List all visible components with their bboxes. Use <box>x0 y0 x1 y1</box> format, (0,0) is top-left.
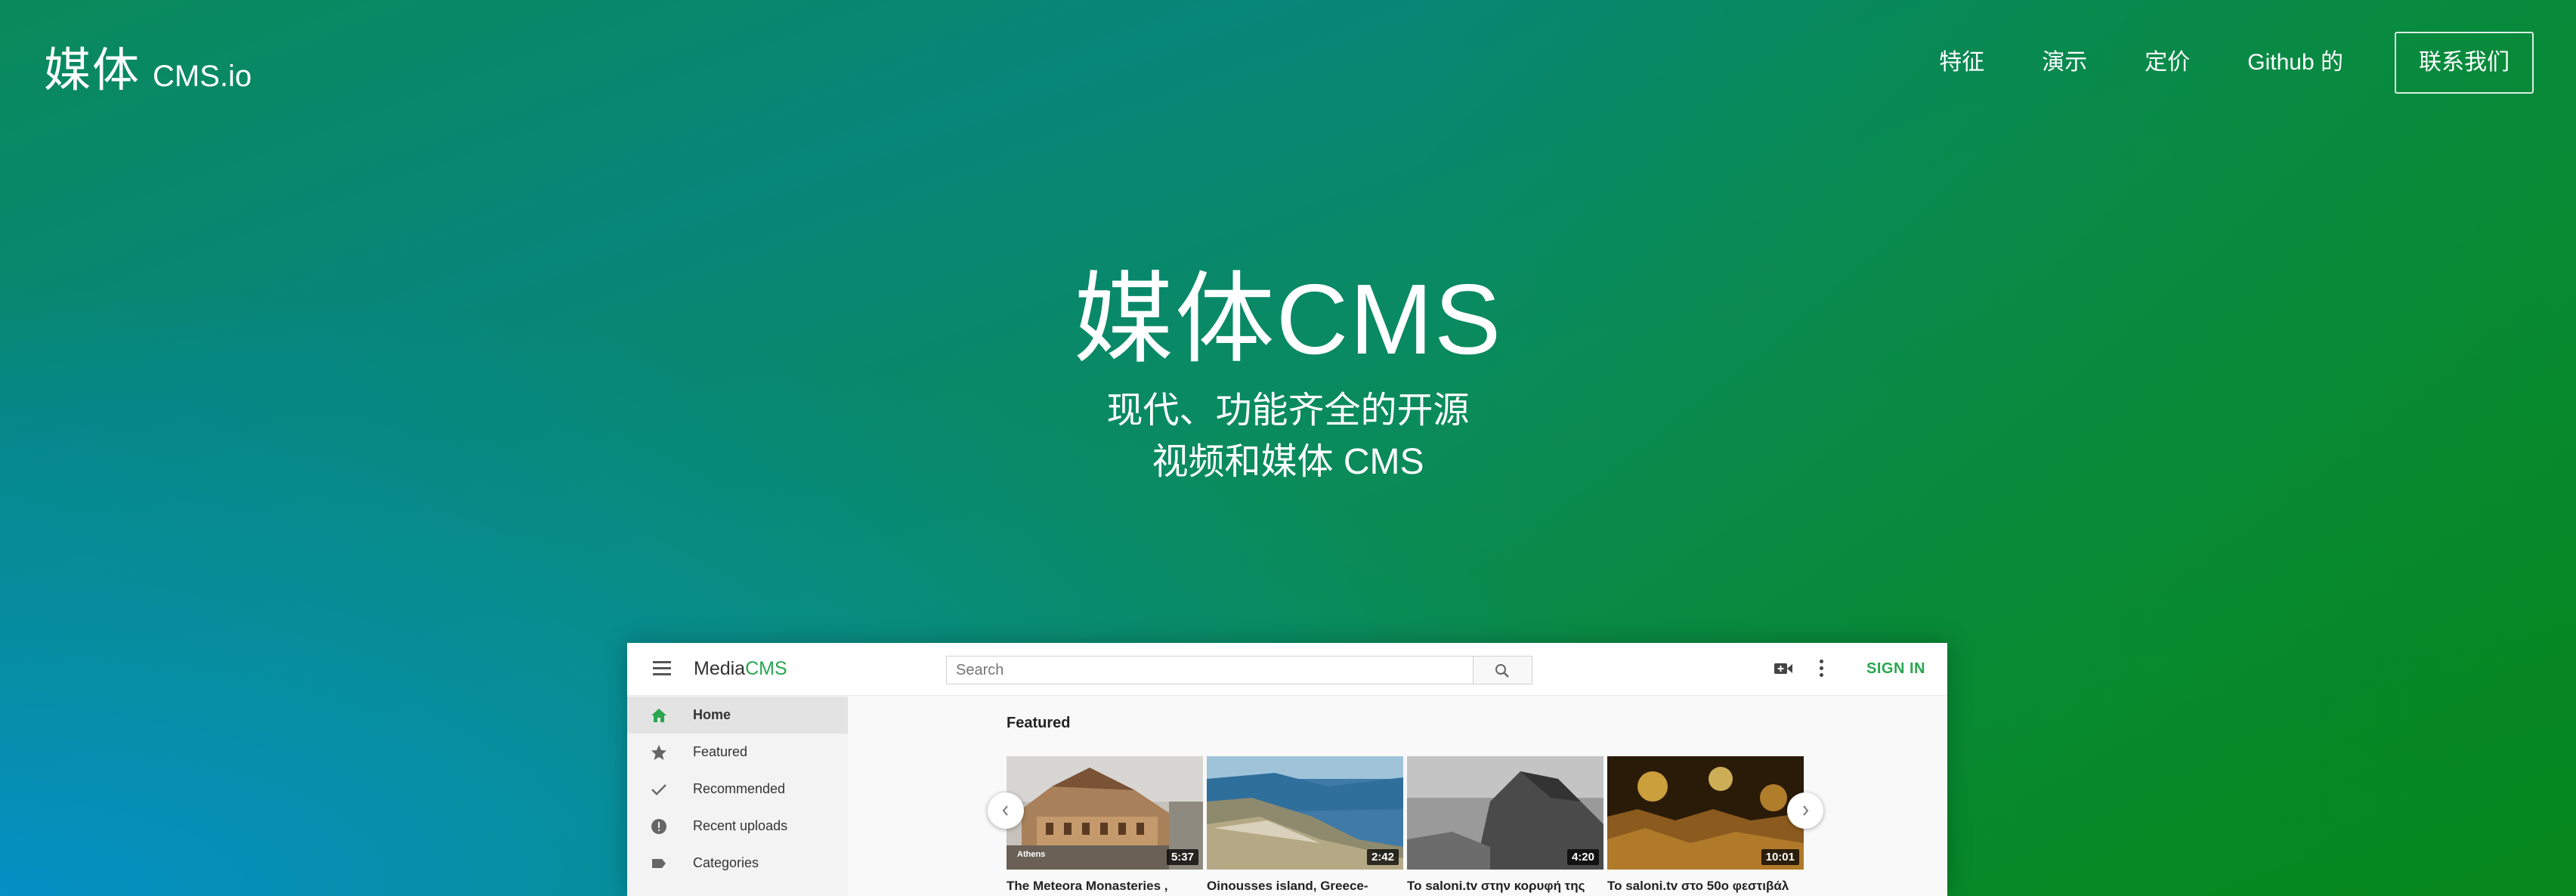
nav-link-features[interactable]: 特征 <box>1910 32 2013 94</box>
label-icon <box>652 859 666 868</box>
video-card[interactable]: 2:42 Oinousses island, Greece- <box>1207 756 1403 894</box>
hero-title: 媒体CMS <box>0 239 2576 383</box>
sidebar-item-recent-uploads[interactable]: Recent uploads <box>627 808 848 845</box>
home-icon <box>651 709 666 722</box>
app-header: MediaCMS SIGN IN <box>627 643 1947 696</box>
logo-chinese: 媒体 <box>44 45 141 97</box>
app-logo-cms: CMS <box>745 658 787 679</box>
site-logo[interactable]: 媒体 CMS.io <box>44 32 252 100</box>
search-icon <box>1495 664 1509 678</box>
video-duration: 2:42 <box>1366 849 1399 865</box>
chevron-left-icon <box>1002 805 1008 816</box>
sidebar-item-home[interactable]: Home <box>627 697 848 734</box>
app-screenshot: MediaCMS SIGN IN Home Featured Recommend… <box>627 643 1947 896</box>
featured-carousel: Athens 5:37 The Meteora Monasteries , 2: <box>1007 756 1804 894</box>
nav-link-github[interactable]: Github 的 <box>2219 32 2372 94</box>
video-title[interactable]: To saloni.tv στο 50ο φεστιβάλ <box>1607 879 1804 894</box>
video-title[interactable]: To saloni.tv στην κορυφή της <box>1407 879 1603 894</box>
nav-link-demo[interactable]: 演示 <box>2013 32 2116 94</box>
video-upload-icon[interactable] <box>1774 661 1793 676</box>
top-navigation: 媒体 CMS.io 特征 演示 定价 Github 的 联系我们 <box>0 0 2576 128</box>
sidebar-item-categories[interactable]: Categories <box>627 845 848 882</box>
more-options-icon[interactable] <box>1820 660 1824 680</box>
hero-subtitle-line2: 视频和媒体 CMS <box>1152 442 1424 482</box>
hero-title-english: CMS <box>1276 264 1503 375</box>
badge-icon <box>651 819 666 834</box>
video-thumbnail[interactable]: 2:42 <box>1207 756 1403 870</box>
logo-english: CMS.io <box>153 60 252 93</box>
sidebar-item-featured[interactable]: Featured <box>627 734 848 771</box>
app-sidebar: Home Featured Recommended Recent uploads… <box>627 697 848 896</box>
hero-subtitle: 现代、功能齐全的开源 视频和媒体 CMS <box>0 385 2576 488</box>
video-title[interactable]: Oinousses island, Greece- <box>1207 879 1403 894</box>
search-input[interactable] <box>946 656 1474 684</box>
video-title[interactable]: The Meteora Monasteries , <box>1007 879 1203 894</box>
menu-icon[interactable] <box>653 661 671 676</box>
sidebar-item-label: Recommended <box>693 781 786 796</box>
contact-us-button[interactable]: 联系我们 <box>2395 32 2534 94</box>
hero-subtitle-line1: 现代、功能齐全的开源 <box>1106 391 1470 431</box>
video-thumbnail[interactable]: 10:01 <box>1607 756 1804 870</box>
sign-in-button[interactable]: SIGN IN <box>1866 660 1925 678</box>
video-card[interactable]: Athens 5:37 The Meteora Monasteries , <box>1007 756 1203 894</box>
hero-title-chinese: 媒体 <box>1073 264 1276 375</box>
app-main: Featured Athens 5:37 The Meteora Monaste… <box>848 697 1947 896</box>
sidebar-item-label: Home <box>693 707 731 722</box>
star-icon <box>651 745 666 760</box>
nav-link-pricing[interactable]: 定价 <box>2116 32 2219 94</box>
app-logo-media: Media <box>694 658 746 679</box>
sidebar-item-label: Categories <box>693 855 759 870</box>
search-button[interactable] <box>1474 656 1532 684</box>
carousel-next-button[interactable] <box>1787 792 1823 829</box>
nav-links: 特征 演示 定价 Github 的 联系我们 <box>1910 32 2534 94</box>
video-duration: 5:37 <box>1166 849 1198 865</box>
sidebar-item-label: Recent uploads <box>693 818 788 833</box>
video-thumbnail[interactable]: 4:20 <box>1407 756 1603 870</box>
thumbnail-overlay-text: Athens <box>1017 850 1046 859</box>
video-card[interactable]: 10:01 To saloni.tv στο 50ο φεστιβάλ <box>1607 756 1804 894</box>
app-logo[interactable]: MediaCMS <box>694 658 787 680</box>
sidebar-item-recommended[interactable]: Recommended <box>627 771 848 808</box>
video-duration: 10:01 <box>1761 849 1799 865</box>
section-title: Featured <box>1007 715 1071 731</box>
video-card[interactable]: 4:20 To saloni.tv στην κορυφή της <box>1407 756 1603 894</box>
check-icon <box>651 784 666 796</box>
carousel-prev-button[interactable] <box>988 792 1024 829</box>
chevron-right-icon <box>1803 805 1809 816</box>
video-duration: 4:20 <box>1566 849 1599 865</box>
video-thumbnail[interactable]: Athens 5:37 <box>1007 756 1203 870</box>
sidebar-item-label: Featured <box>693 744 748 759</box>
